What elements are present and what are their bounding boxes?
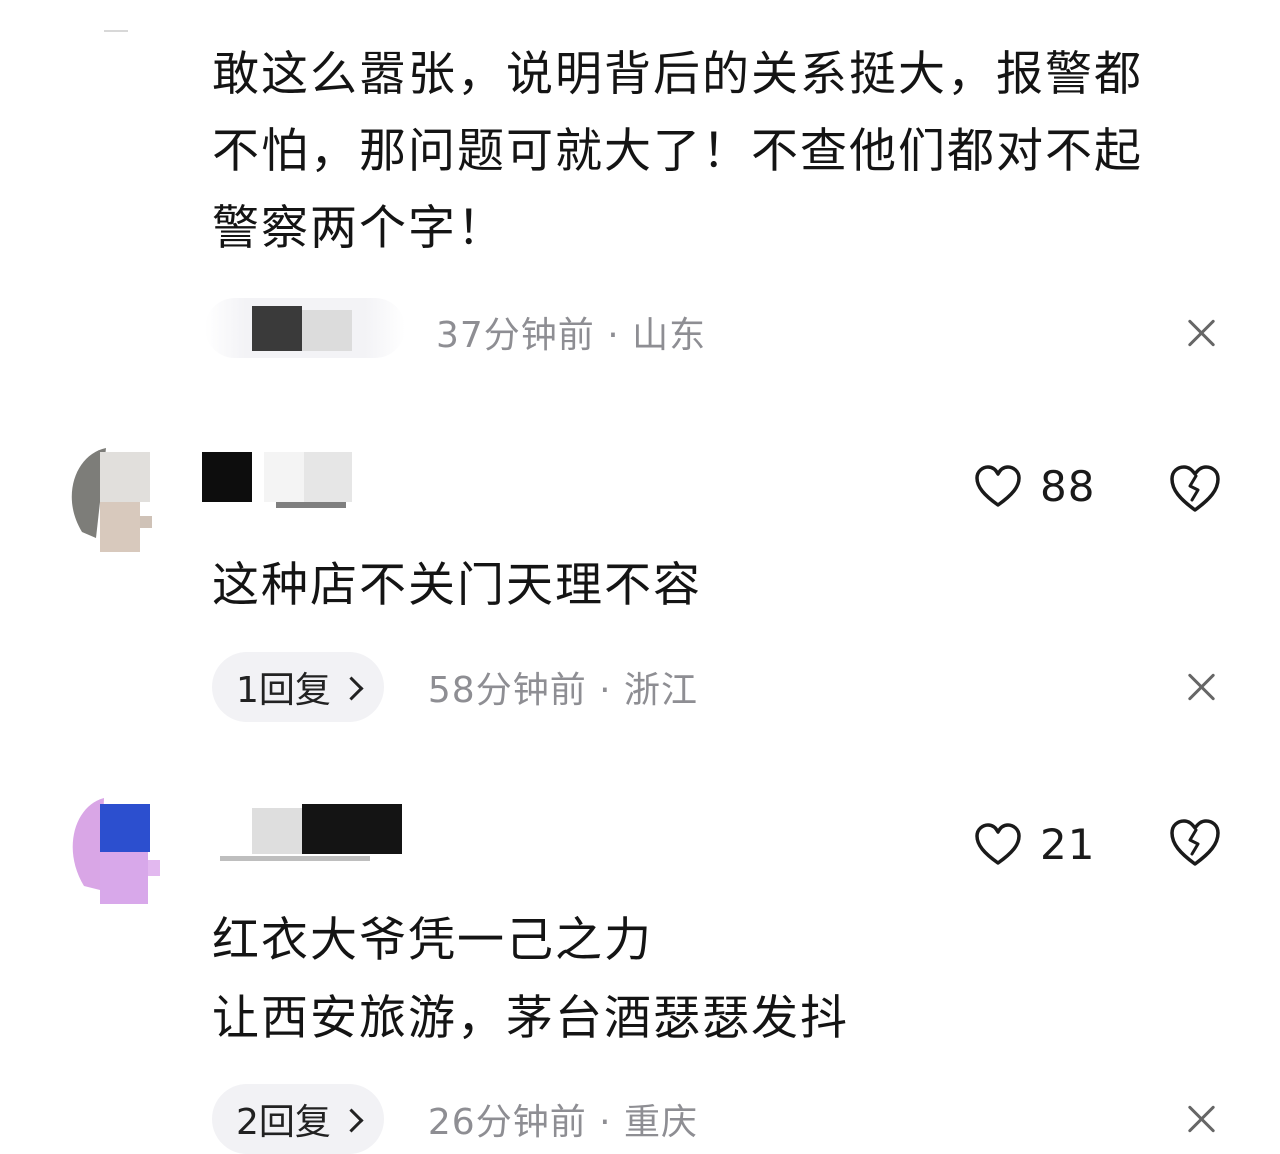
avatar-image — [72, 798, 160, 904]
top-divider — [104, 30, 128, 32]
like-button[interactable]: 88 — [974, 462, 1095, 511]
close-icon[interactable] — [1187, 1104, 1217, 1134]
comment-3-time-location: 26分钟前 · 重庆 — [427, 1102, 699, 1143]
redaction-block-light — [252, 808, 302, 854]
heart-outline-icon — [975, 464, 1021, 507]
comment-1-line-3: 警察两个字！ — [212, 201, 506, 256]
comment-3-line-1: 红衣大爷凭一己之力 — [212, 913, 653, 968]
comment-1-line-1: 敢这么嚣张，说明背后的关系挺大，报警都 — [212, 47, 1143, 102]
redaction-block-dark — [302, 804, 402, 854]
redaction-block-dark — [252, 306, 302, 351]
redaction-residue — [220, 856, 370, 861]
heart-outline-icon — [975, 822, 1021, 865]
comment-2-line-1: 这种店不关门天理不容 — [212, 558, 702, 613]
like-count: 88 — [1040, 462, 1096, 511]
broken-heart-icon[interactable] — [1168, 818, 1222, 872]
like-count: 21 — [1040, 820, 1096, 869]
view-replies-button[interactable]: 1回复 — [212, 652, 384, 722]
broken-heart-icon[interactable] — [1168, 464, 1222, 518]
chevron-right-icon — [339, 675, 364, 701]
avatar[interactable] — [66, 796, 164, 904]
username-redacted[interactable] — [220, 804, 402, 861]
redaction-block-light — [264, 452, 304, 502]
redaction-block-light — [302, 310, 352, 351]
comment-3-line-2: 让西安旅游，茅台酒瑟瑟发抖 — [212, 991, 849, 1046]
redaction-block-light — [304, 452, 352, 502]
comment-1-time-location: 37分钟前 · 山东 — [436, 315, 707, 356]
close-icon[interactable] — [1187, 672, 1217, 702]
username-redacted[interactable] — [202, 452, 352, 508]
comment-3-meta: 2回复 26分钟前 · 重庆 — [212, 1084, 698, 1154]
close-icon[interactable] — [1187, 318, 1217, 348]
avatar-image — [71, 448, 152, 552]
comment-1-meta: 37分钟前 · 山东 — [436, 297, 706, 367]
redaction-block-dark — [202, 452, 252, 502]
reply-count-label: 1回复 — [236, 670, 331, 711]
comment-1-line-2: 不怕，那问题可就大了！不查他们都对不起 — [212, 124, 1143, 179]
like-button[interactable]: 21 — [974, 820, 1095, 869]
view-replies-button[interactable]: 2回复 — [212, 1084, 384, 1154]
reply-count-label: 2回复 — [236, 1102, 331, 1143]
comment-2-meta: 1回复 58分钟前 · 浙江 — [212, 652, 698, 722]
redaction-residue — [276, 502, 346, 508]
avatar[interactable] — [66, 446, 164, 554]
chevron-right-icon — [339, 1107, 364, 1133]
comment-2-time-location: 58分钟前 · 浙江 — [427, 670, 699, 711]
